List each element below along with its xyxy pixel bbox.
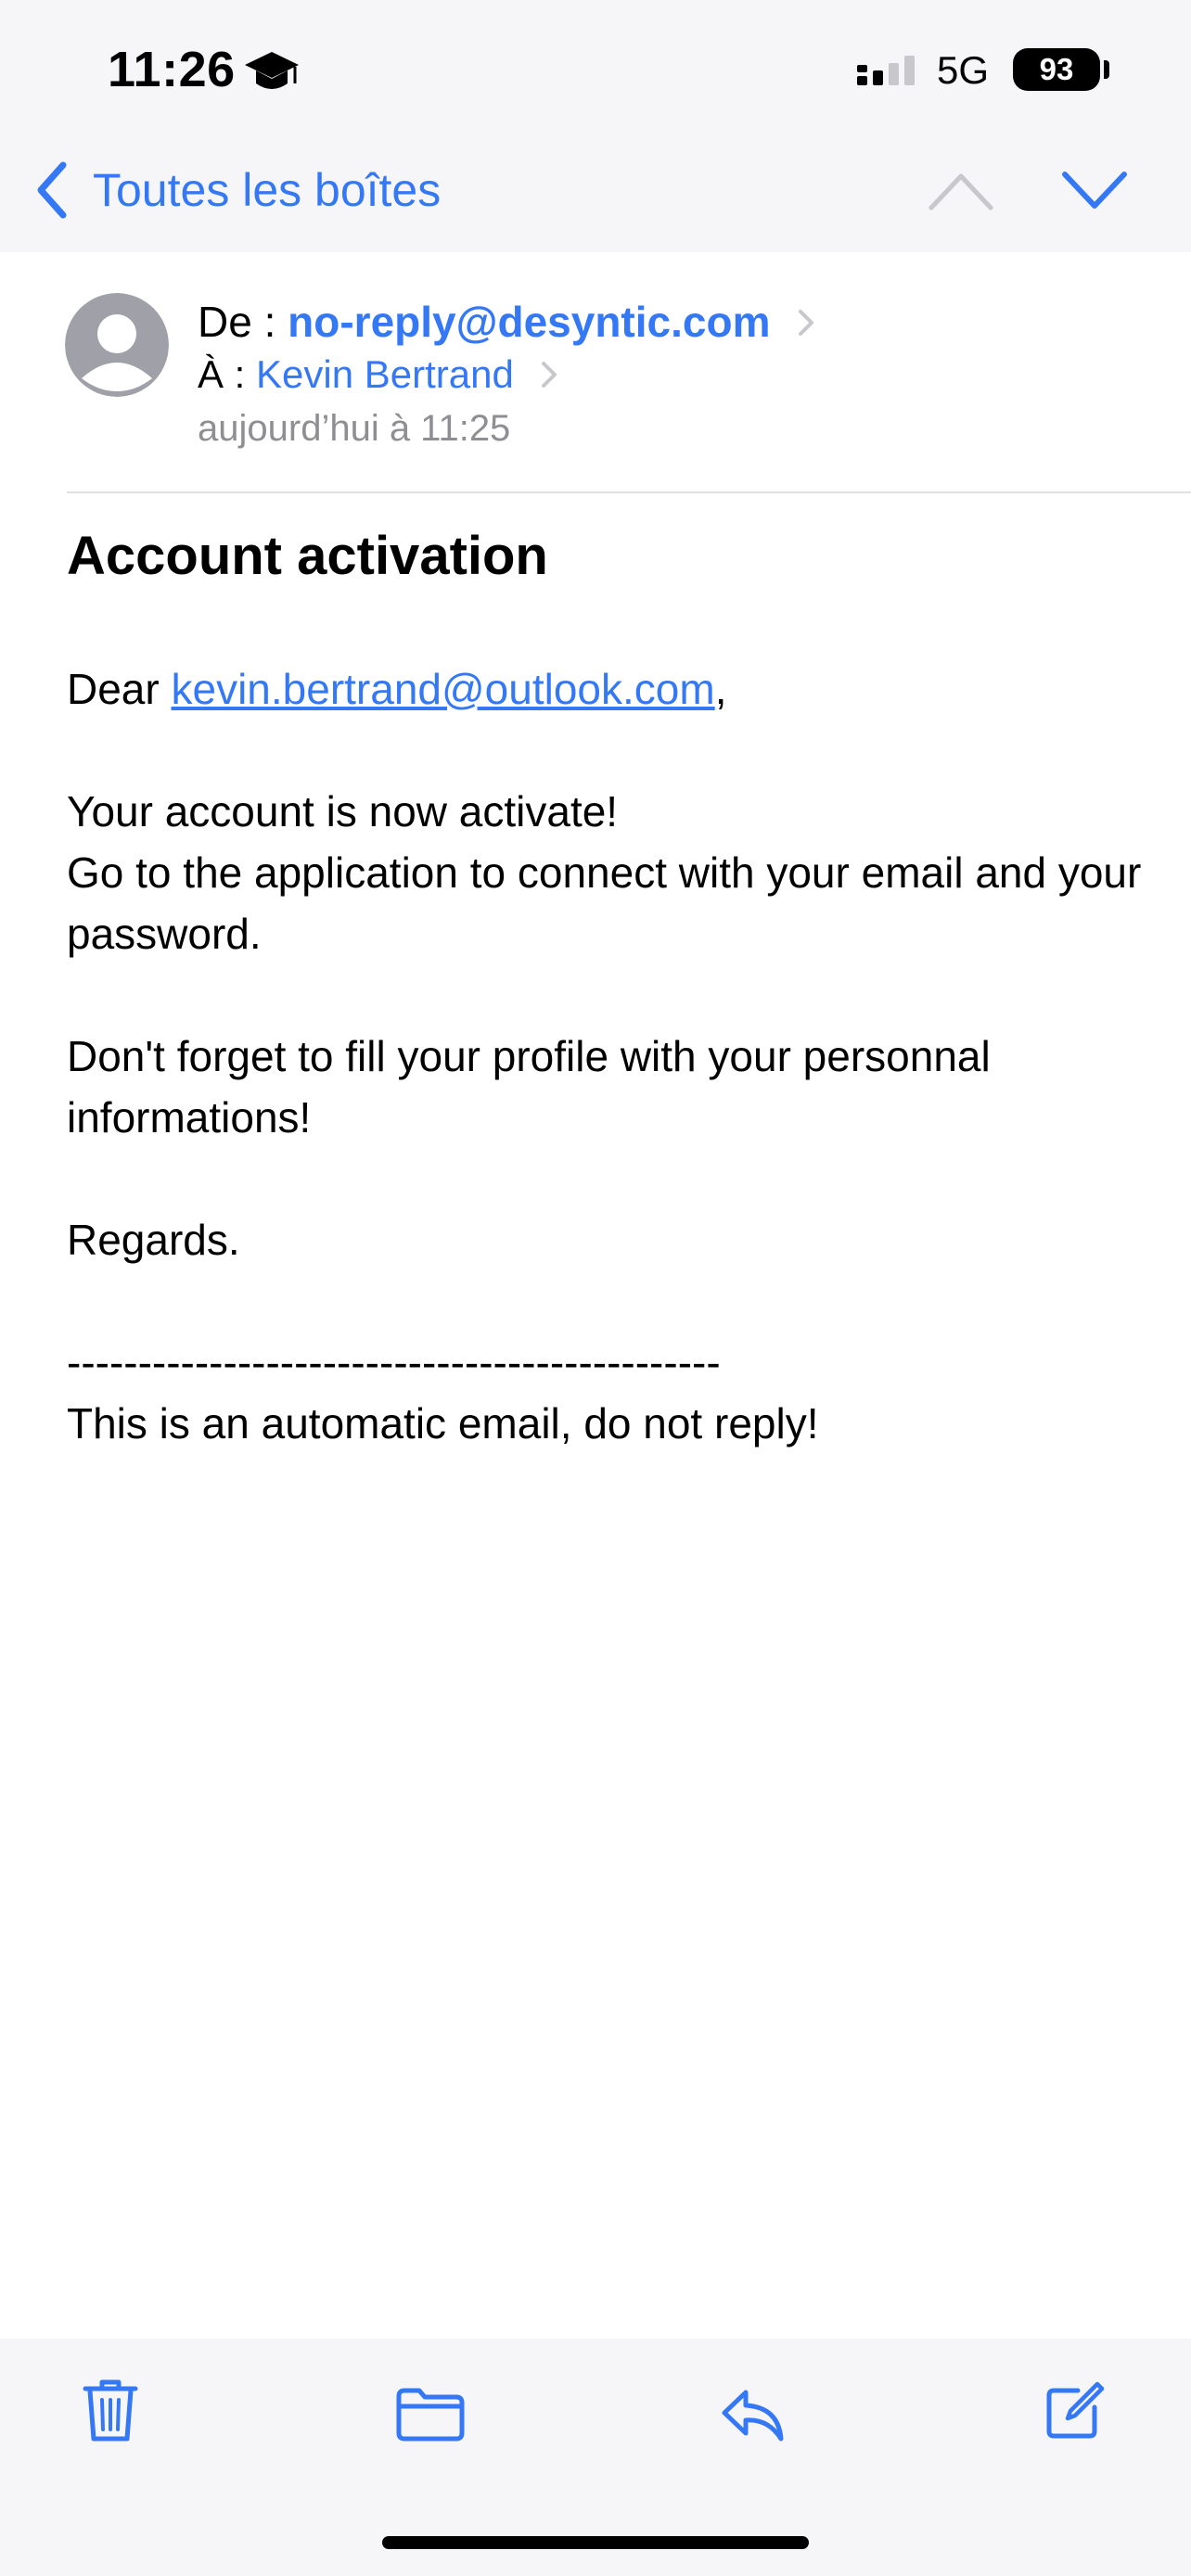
body-line-4: Regards.	[67, 1216, 240, 1264]
reply-icon[interactable]	[720, 2385, 787, 2444]
body-separator: ----------------------------------------…	[67, 1338, 721, 1386]
back-button[interactable]: Toutes les boîtes	[93, 163, 441, 217]
body-line-2: Go to the application to connect with yo…	[67, 848, 1142, 958]
folder-icon[interactable]	[395, 2387, 466, 2442]
from-label: De :	[198, 298, 276, 346]
email-link[interactable]: kevin.bertrand@outlook.com	[171, 665, 714, 713]
greeting-suffix: ,	[714, 665, 727, 713]
sender-address[interactable]: no-reply@desyntic.com	[288, 298, 770, 346]
chevron-right-icon[interactable]	[540, 360, 558, 389]
person-icon	[65, 293, 169, 397]
status-time: 11:26	[108, 42, 236, 97]
to-label: À :	[198, 352, 246, 396]
message-subject: Account activation	[67, 526, 548, 586]
from-row: De : no-reply@desyntic.com	[198, 297, 815, 347]
trash-icon[interactable]	[82, 2378, 139, 2444]
battery-icon: 93	[1013, 48, 1100, 91]
signal-icon	[857, 56, 915, 85]
body-footer: This is an automatic email, do not reply…	[67, 1399, 819, 1447]
to-row: À : Kevin Bertrand	[198, 352, 558, 397]
home-indicator[interactable]	[382, 2536, 809, 2549]
body-line-3: Don't forget to fill your profile with y…	[67, 1032, 991, 1141]
battery-tip	[1104, 60, 1109, 79]
header-divider	[67, 491, 1191, 493]
compose-icon[interactable]	[1044, 2379, 1106, 2441]
avatar	[65, 293, 169, 397]
chevron-right-icon[interactable]	[797, 308, 815, 338]
body-line-1: Your account is now activate!	[67, 787, 619, 835]
graduation-cap-icon	[245, 52, 299, 89]
greeting-prefix: Dear	[67, 665, 172, 713]
message-date: aujourd’hui à 11:25	[198, 408, 511, 449]
chevron-down-icon[interactable]	[1061, 171, 1128, 211]
chevron-left-icon[interactable]	[33, 159, 70, 221]
network-type: 5G	[937, 48, 990, 92]
recipient-name[interactable]: Kevin Bertrand	[256, 352, 514, 396]
chevron-up-icon[interactable]	[928, 171, 994, 211]
greeting-line: Dear kevin.bertrand@outlook.com,	[67, 658, 1143, 720]
